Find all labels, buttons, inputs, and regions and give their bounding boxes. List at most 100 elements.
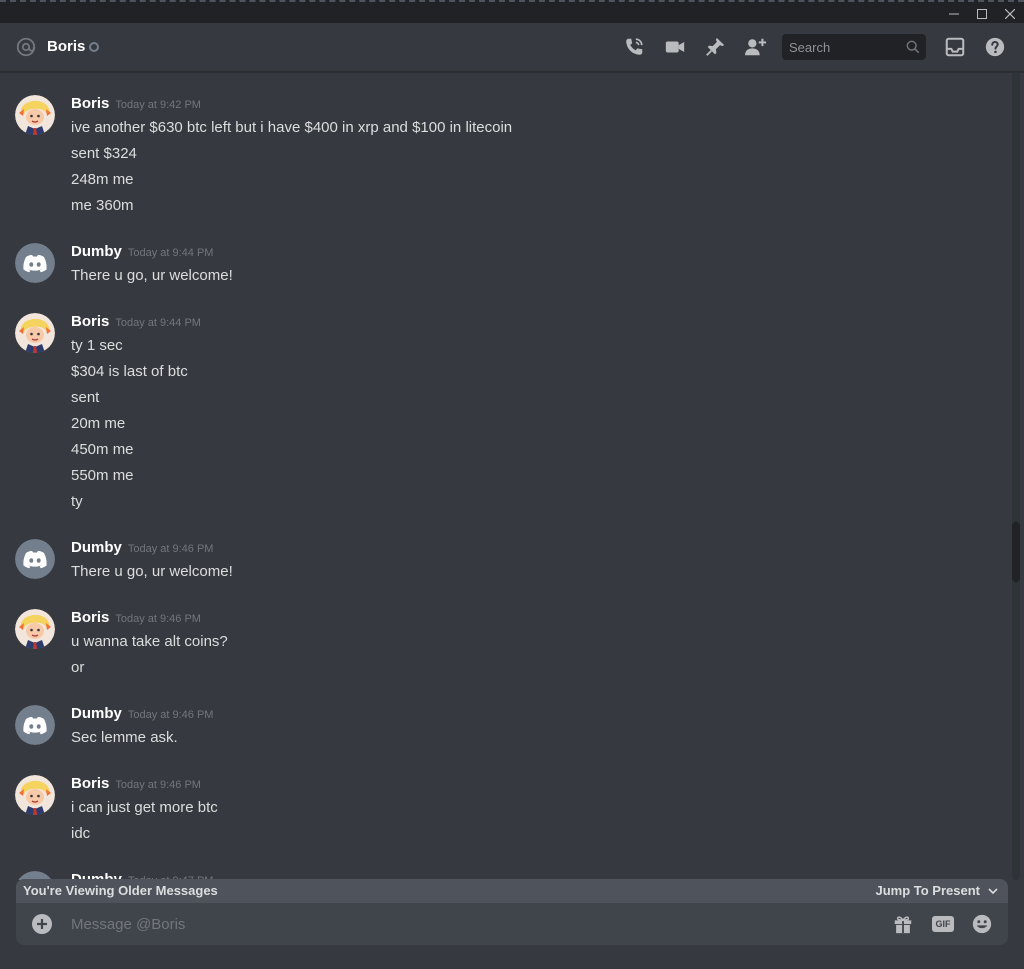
close-icon (1005, 9, 1015, 19)
jump-to-present-label: Jump To Present (875, 883, 980, 898)
message-text: 248m me (71, 171, 134, 188)
chevron-down-icon (988, 887, 998, 894)
message-text: There u go, ur welcome! (71, 563, 233, 580)
message-timestamp: Today at 9:42 PM (115, 99, 201, 111)
search-icon (906, 40, 920, 54)
avatar[interactable] (15, 705, 55, 745)
avatar[interactable] (15, 609, 55, 649)
video-camera-icon (665, 41, 685, 53)
message-text: 20m me (71, 415, 126, 432)
message-text: u wanna take alt coins? (71, 633, 228, 650)
author-name[interactable]: Boris (71, 95, 109, 112)
message-group: Boris Today at 9:46 PM i can just get more… (0, 775, 1000, 847)
message-text: ty (71, 493, 83, 510)
avatar[interactable] (15, 539, 55, 579)
message-timestamp: Today at 9:46 PM (115, 613, 201, 625)
message-group: Dumby Today at 9:44 PM There u go, ur welc… (0, 243, 1000, 289)
message-text: 550m me (71, 467, 134, 484)
message-text: ty 1 sec (71, 337, 123, 354)
maximize-icon (977, 9, 987, 19)
phone-call-icon (626, 38, 643, 55)
message-text: i can just get more btc (71, 799, 218, 816)
emoji-picker-button[interactable] (970, 913, 994, 935)
author-name[interactable]: Boris (71, 313, 109, 330)
at-sign-icon (16, 37, 36, 57)
message-group: Dumby Today at 9:46 PM There u go, ur welc… (0, 539, 1000, 585)
add-friends-to-dm-button[interactable] (744, 35, 768, 59)
avatar[interactable] (15, 95, 55, 135)
start-video-call-button[interactable] (663, 35, 687, 59)
inbox-icon (945, 37, 965, 57)
maximize-button[interactable] (968, 4, 996, 24)
channel-header: Boris (0, 23, 1024, 72)
avatar[interactable] (15, 775, 55, 815)
author-name[interactable]: Boris (71, 775, 109, 792)
search-box[interactable] (782, 34, 926, 60)
message-lines: There u go, ur welcome! (71, 559, 233, 585)
message-timestamp: Today at 9:44 PM (115, 317, 201, 329)
message-text: or (71, 659, 85, 676)
gif-icon: GIF (932, 916, 954, 932)
message-text: $304 is last of btc (71, 363, 188, 380)
inbox-button[interactable] (943, 35, 967, 59)
message-timestamp: Today at 9:46 PM (127, 709, 214, 721)
message-timestamp: Today at 9:44 PM (127, 247, 214, 259)
message-lines: Sec lemme ask. (71, 725, 178, 751)
scrollbar-thumb[interactable] (1012, 522, 1020, 582)
older-messages-bar: You're Viewing Older Messages Jump To Pr… (16, 879, 1008, 903)
start-voice-call-button[interactable] (622, 35, 646, 59)
send-gift-button[interactable] (891, 913, 915, 935)
message-lines: i can just get more btc idc (71, 795, 218, 847)
message-text: me 360m (71, 197, 134, 214)
message-composer: GIF (16, 903, 1008, 945)
message-author[interactable]: Dumby Today at 9:46 PM (71, 705, 213, 724)
message-text: 450m me (71, 441, 134, 458)
message-group: Boris Today at 9:46 PM u wanna take alt co… (0, 609, 1000, 681)
avatar[interactable] (15, 313, 55, 353)
message-author[interactable]: Boris Today at 9:44 PM (71, 313, 201, 332)
help-button[interactable] (983, 35, 1007, 59)
message-group: Boris Today at 9:42 PM ive another $630 bt… (0, 95, 1000, 219)
message-author[interactable]: Dumby Today at 9:46 PM (71, 539, 213, 558)
message-group: Boris Today at 9:44 PM ty 1 sec $304 is las… (0, 313, 1000, 515)
message-lines: There u go, ur welcome! (71, 263, 233, 289)
message-author[interactable]: Boris Today at 9:46 PM (71, 609, 201, 628)
avatar[interactable] (15, 243, 55, 283)
message-list[interactable]: Boris Today at 9:42 PM ive another $630 bt… (0, 72, 1024, 880)
message-group: Dumby Today at 9:46 PM Sec lemme ask. (0, 705, 1000, 751)
author-name[interactable]: Boris (71, 609, 109, 626)
pin-icon (706, 37, 725, 56)
window-titlebar (0, 0, 1024, 23)
older-messages-text: You're Viewing Older Messages (23, 883, 218, 898)
message-text: ive another $630 btc left but i have $40… (71, 119, 513, 136)
message-timestamp: Today at 9:46 PM (127, 543, 214, 555)
offline-status-icon (89, 42, 99, 52)
search-input[interactable] (782, 34, 902, 60)
message-author[interactable]: Dumby Today at 9:44 PM (71, 243, 213, 262)
help-question-icon (985, 37, 1005, 57)
jump-to-present-button[interactable]: Jump To Present (875, 883, 998, 898)
author-name[interactable]: Dumby (71, 539, 122, 556)
author-name[interactable]: Dumby (71, 243, 122, 260)
pinned-messages-button[interactable] (703, 35, 727, 59)
message-text: There u go, ur welcome! (71, 267, 233, 284)
message-input[interactable] (71, 911, 851, 937)
message-text: Sec lemme ask. (71, 729, 178, 746)
minimize-button[interactable] (940, 4, 968, 24)
message-lines: ive another $630 btc left but i have $40… (71, 115, 512, 219)
close-window-button[interactable] (996, 4, 1024, 24)
author-name[interactable]: Dumby (71, 705, 122, 722)
message-author[interactable]: Boris Today at 9:42 PM (71, 95, 201, 114)
plus-icon (37, 919, 47, 929)
minimize-icon (949, 13, 959, 15)
add-user-icon (745, 38, 767, 56)
message-author[interactable]: Boris Today at 9:46 PM (71, 775, 201, 794)
message-text: sent $324 (71, 145, 137, 162)
upload-file-button[interactable] (32, 914, 52, 934)
channel-name: Boris (47, 38, 86, 55)
message-lines: u wanna take alt coins? or (71, 629, 228, 681)
emoji-smile-icon (972, 914, 992, 934)
message-timestamp: Today at 9:46 PM (115, 779, 201, 791)
gif-picker-button[interactable]: GIF (931, 913, 955, 935)
scrollbar-track[interactable] (1012, 72, 1020, 880)
